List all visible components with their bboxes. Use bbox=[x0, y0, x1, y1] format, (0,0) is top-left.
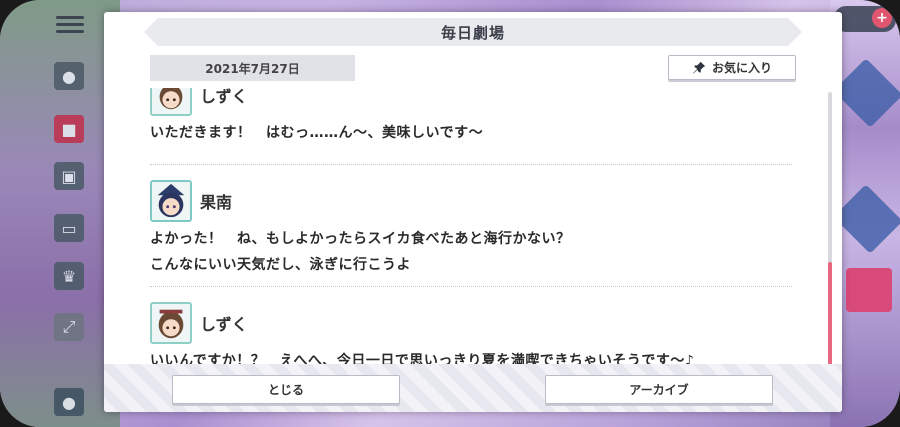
dialog-title: 毎日劇場 bbox=[144, 18, 802, 46]
chat-message: しずく いいんですか！？ えへへ、今日一日で思いっきり夏を満喫できちゃいそうです… bbox=[150, 302, 792, 364]
window-side-icon[interactable]: ▭ bbox=[54, 214, 84, 242]
close-button[interactable]: とじる bbox=[172, 375, 400, 404]
expand-side-icon[interactable]: ⤢ bbox=[54, 313, 84, 341]
game-screen: ● ■ ▣ ▭ ♛ ⤢ ● + 毎日劇場 2021年7月27日 お気に入り しず… bbox=[0, 0, 900, 427]
scrollbar-thumb[interactable] bbox=[828, 262, 832, 366]
trophy-side-icon[interactable]: ♛ bbox=[54, 262, 84, 290]
right-tag[interactable] bbox=[846, 268, 892, 312]
chat-log[interactable]: しずく いただきます！ はむっ……ん～、美味しいです～ 果南 よかった！ ね、も… bbox=[150, 88, 800, 364]
archive-button[interactable]: アーカイブ bbox=[545, 375, 773, 404]
present-side-icon[interactable]: ■ bbox=[54, 115, 84, 143]
avatar-shizuku bbox=[150, 88, 192, 116]
bottom-side-icon[interactable]: ● bbox=[54, 388, 84, 416]
avatar-kanan bbox=[150, 180, 192, 222]
chat-message: しずく いただきます！ はむっ……ん～、美味しいです～ bbox=[150, 88, 792, 142]
gift-side-icon[interactable]: ▣ bbox=[54, 162, 84, 190]
favorite-button[interactable]: お気に入り bbox=[668, 55, 796, 80]
menu-icon[interactable] bbox=[56, 12, 84, 38]
divider bbox=[150, 164, 792, 165]
message-line: よかった！ ね、もしよかったらスイカ食べたあと海行かない？ bbox=[150, 231, 571, 247]
divider bbox=[150, 286, 792, 287]
date-label: 2021年7月27日 bbox=[150, 55, 355, 81]
speaker-name: しずく bbox=[200, 315, 248, 334]
avatar-shizuku bbox=[150, 302, 192, 344]
chat-side-icon[interactable]: ● bbox=[54, 62, 84, 90]
message-line: いただきます！ はむっ……ん～、美味しいです～ bbox=[150, 125, 484, 141]
message-line: こんなにいい天気だし、泳ぎに行こうよ bbox=[150, 257, 411, 273]
pin-icon bbox=[692, 61, 706, 74]
chat-message: 果南 よかった！ ね、もしよかったらスイカ食べたあと海行かない？ こんなにいい天… bbox=[150, 180, 792, 274]
daily-theater-dialog: 毎日劇場 2021年7月27日 お気に入り しずく いただきます！ はむっ……ん… bbox=[104, 12, 842, 412]
message-line: いいんですか！？ えへへ、今日一日で思いっきり夏を満喫できちゃいそうです～♪ bbox=[150, 353, 695, 364]
speaker-name: 果南 bbox=[200, 193, 233, 212]
favorite-label: お気に入り bbox=[711, 61, 772, 75]
plus-icon[interactable]: + bbox=[872, 8, 892, 28]
scrollbar[interactable] bbox=[828, 92, 832, 366]
speaker-name: しずく bbox=[200, 88, 248, 106]
